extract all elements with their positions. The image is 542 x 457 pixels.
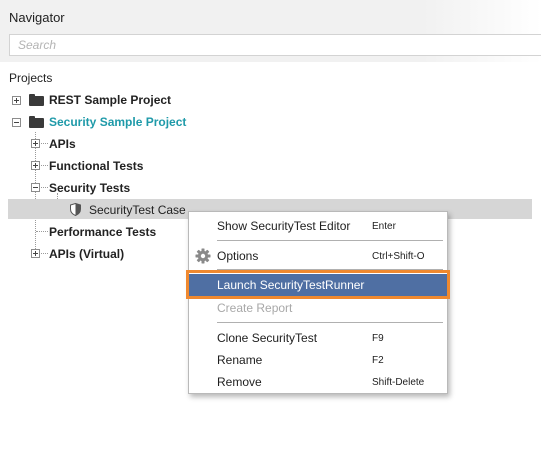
menu-item-label: Rename [217,353,263,367]
menu-item-create-report: Create Report [189,297,447,319]
collapse-icon[interactable] [12,118,21,127]
menu-item-label: Show SecurityTest Editor [217,219,351,233]
menu-item-show-securitytest-editor[interactable]: Show SecurityTest Editor Enter [189,215,447,237]
tree-item-security-sample-project[interactable]: Security Sample Project [0,111,540,133]
expand-icon[interactable] [12,96,21,105]
gear-icon [195,248,211,264]
menu-item-shortcut: F9 [372,333,384,344]
collapse-icon[interactable] [31,183,40,192]
menu-separator [217,240,443,241]
menu-item-label: Remove [217,375,262,389]
tree-item-label: SecurityTest Case [89,203,186,217]
tree-item-functional-tests[interactable]: Functional Tests [0,155,540,177]
folder-icon [29,94,44,106]
menu-separator [217,322,443,323]
expand-icon[interactable] [31,139,40,148]
menu-item-options[interactable]: Options Ctrl+Shift-O [189,245,447,267]
tree-item-label: APIs [49,137,76,151]
menu-item-shortcut: F2 [372,355,384,366]
menu-item-clone-securitytest[interactable]: Clone SecurityTest F9 [189,327,447,349]
expand-icon[interactable] [31,161,40,170]
menu-item-label: Options [217,249,259,263]
tree-item-apis[interactable]: APIs [0,133,540,155]
menu-item-rename[interactable]: Rename F2 [189,349,447,371]
search-box[interactable] [9,34,541,56]
menu-item-shortcut: Shift-Delete [372,377,425,388]
navigator-title: Navigator [9,10,65,25]
tree-item-label: REST Sample Project [49,93,172,107]
navigator-header: Navigator [0,0,542,62]
search-input[interactable] [10,35,498,55]
context-menu: Show SecurityTest Editor Enter Options C… [188,211,448,394]
menu-item-remove[interactable]: Remove Shift-Delete [189,371,447,393]
folder-icon [29,116,44,128]
expand-icon[interactable] [31,249,40,258]
tree-item-security-tests[interactable]: Security Tests [0,177,540,199]
tree-item-label: Security Sample Project [49,115,187,129]
menu-item-label: Clone SecurityTest [217,331,318,345]
menu-item-shortcut: Ctrl+Shift-O [372,251,425,262]
menu-item-label: Create Report [217,301,293,315]
tree-item-label: Performance Tests [49,225,157,239]
tree-item-label: APIs (Virtual) [49,247,125,261]
menu-item-shortcut: Enter [372,221,396,232]
tree-item-label: Functional Tests [49,159,144,173]
callout-highlight-frame [186,270,450,299]
tree-item-label: Security Tests [49,181,131,195]
projects-label: Projects [9,71,53,85]
tree-item-rest-sample-project[interactable]: REST Sample Project [0,89,540,111]
